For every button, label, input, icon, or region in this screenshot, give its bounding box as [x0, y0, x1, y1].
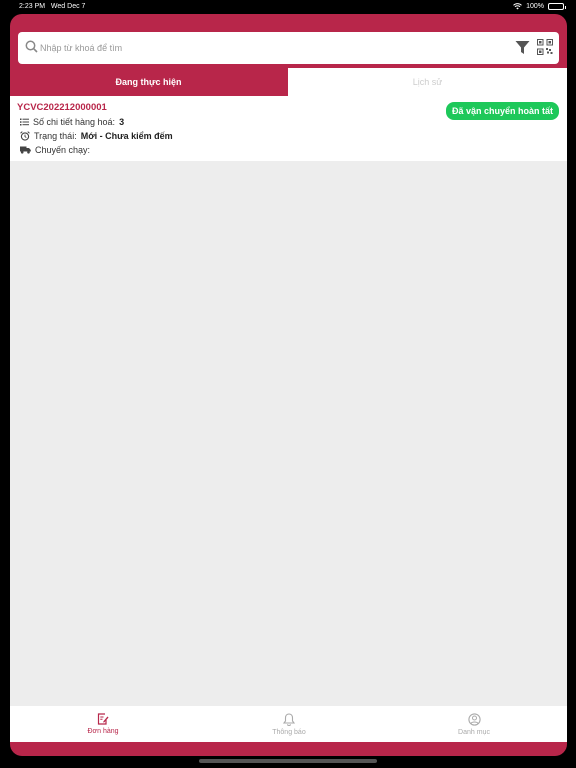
status-bar: 2:23 PM Wed Dec 7 100%: [0, 0, 576, 14]
edit-document-icon: [97, 713, 109, 725]
nav-notifications[interactable]: Thông báo: [196, 706, 382, 742]
filter-icon[interactable]: [515, 40, 530, 55]
order-list: YCVC202212000001 Đã vận chuyển hoàn tất …: [10, 96, 567, 706]
search-icon: [25, 40, 38, 53]
status-badge: Đã vận chuyển hoàn tất: [445, 102, 559, 120]
nav-catalog-label: Danh mục: [458, 728, 490, 736]
detail-count-row: Số chi tiết hàng hoá: 3: [20, 117, 124, 127]
detail-count-value: 3: [119, 117, 125, 127]
list-icon: [20, 118, 29, 126]
nav-notifications-label: Thông báo: [272, 728, 306, 736]
alarm-clock-icon: [20, 131, 30, 141]
user-circle-icon: [467, 712, 481, 726]
tab-in-progress[interactable]: Đang thực hiện: [10, 68, 287, 96]
trip-label: Chuyến chạy:: [35, 145, 91, 155]
status-date: Wed Dec 7: [50, 3, 86, 10]
status-row: Trạng thái: Mới - Chưa kiểm đếm: [20, 131, 173, 141]
order-card[interactable]: YCVC202212000001 Đã vận chuyển hoàn tất …: [10, 96, 567, 161]
status-value: Mới - Chưa kiểm đếm: [80, 131, 173, 141]
home-indicator[interactable]: [199, 759, 377, 763]
tab-history[interactable]: Lịch sử: [288, 68, 567, 96]
bottom-nav: Đơn hàng Thông báo Danh mục: [10, 706, 567, 742]
qr-code-icon[interactable]: [537, 39, 553, 55]
trip-row: Chuyến chạy:: [20, 145, 90, 155]
status-label: Trạng thái:: [34, 131, 77, 141]
detail-count-label: Số chi tiết hàng hoá:: [33, 117, 116, 127]
search-input[interactable]: [40, 38, 500, 58]
nav-orders[interactable]: Đơn hàng: [10, 706, 196, 742]
tab-bar: Đang thực hiện Lịch sử: [10, 68, 567, 96]
nav-orders-label: Đơn hàng: [87, 728, 119, 735]
search-bar: [18, 32, 559, 64]
truck-icon: [20, 146, 31, 154]
battery-icon: [548, 3, 566, 10]
status-time: 2:23 PM: [19, 3, 46, 10]
bell-icon: [283, 712, 295, 726]
nav-catalog[interactable]: Danh mục: [381, 706, 567, 742]
app-window: Đang thực hiện Lịch sử YCVC202212000001 …: [10, 14, 567, 756]
wifi-icon: [513, 3, 522, 10]
battery-percent: 100%: [526, 3, 544, 10]
order-code: YCVC202212000001: [17, 102, 107, 113]
